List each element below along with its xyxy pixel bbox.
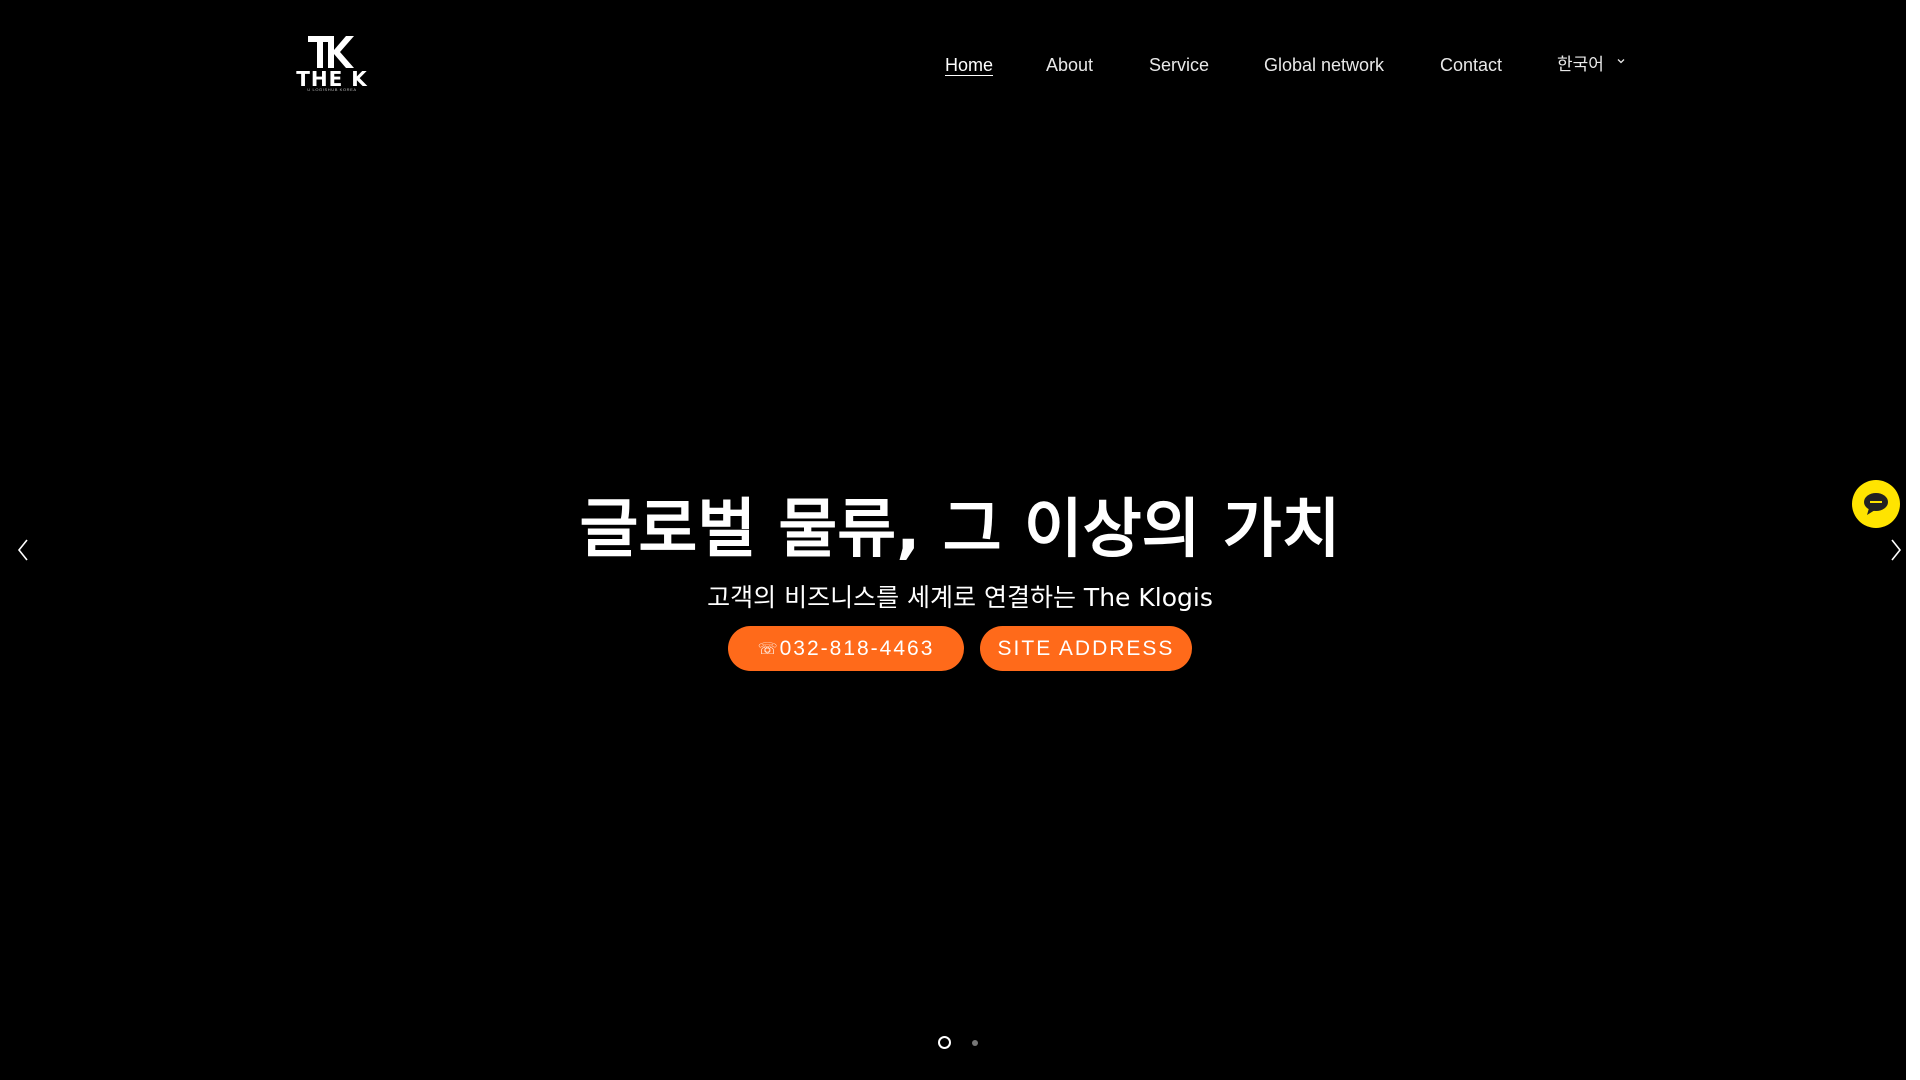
phone-button[interactable]: ☏ 032-818-4463 [728,626,964,671]
language-selector[interactable]: 한국어 [1557,52,1627,78]
nav-contact[interactable]: Contact [1440,52,1502,78]
phone-icon: ☏ [757,640,778,658]
logo-tagline: U LOGISHUB KOREA [307,87,357,92]
language-label: 한국어 [1557,55,1604,74]
chat-button[interactable] [1852,480,1900,528]
slider-dot-2[interactable] [972,1040,978,1046]
slider-prev-button[interactable] [13,536,33,564]
chevron-right-icon [1891,539,1902,561]
slider-dot-1[interactable] [938,1036,951,1049]
site-header: THE K U LOGISHUB KOREA Home About Servic… [0,0,1920,128]
chevron-left-icon [17,539,28,561]
scrollbar[interactable] [1906,0,1920,1080]
chevron-down-icon [1617,59,1625,64]
hero-title: 글로벌 물류, 그 이상의 가치 [579,493,1341,567]
site-address-button[interactable]: SITE ADDRESS [980,626,1192,671]
nav-about[interactable]: About [1046,52,1093,78]
nav-home[interactable]: Home [945,52,993,78]
main-nav: Home About Service Global network Contac… [0,52,1920,78]
chat-bubble-icon [1864,493,1888,515]
phone-button-label: 032-818-4463 [779,636,935,660]
nav-service[interactable]: Service [1149,52,1209,78]
slider-pagination [0,1035,1920,1051]
slider-next-button[interactable] [1886,536,1906,564]
nav-global-network[interactable]: Global network [1264,52,1384,78]
page: THE K U LOGISHUB KOREA Home About Servic… [0,0,1920,1080]
hero-subtitle: 고객의 비즈니스를 세계로 연결하는 The Klogis [707,583,1213,612]
site-address-label: SITE ADDRESS [997,636,1175,660]
